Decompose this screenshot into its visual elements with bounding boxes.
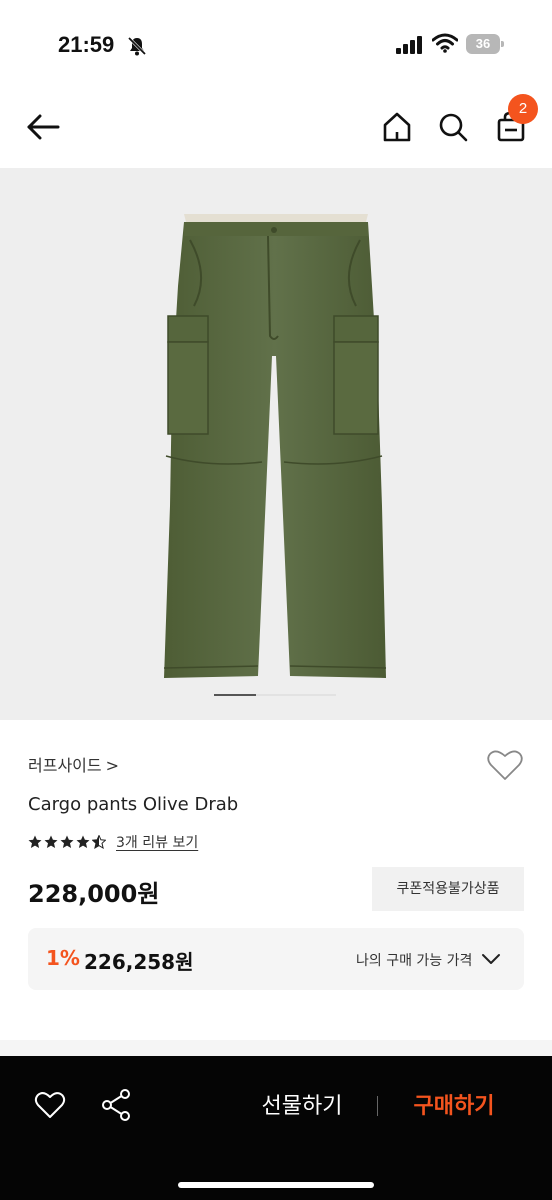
carousel-active-segment	[214, 694, 256, 696]
cellular-signal-icon	[396, 36, 424, 58]
gift-button[interactable]: 선물하기	[250, 1088, 354, 1124]
discount-price: 226,258원	[84, 950, 194, 974]
home-icon[interactable]	[380, 110, 414, 144]
status-bar: 21:59 36	[0, 0, 552, 90]
coupon-unavailable-badge: 쿠폰적용불가상품	[372, 867, 524, 911]
buy-button[interactable]: 구매하기	[402, 1088, 506, 1124]
wifi-icon	[431, 33, 459, 57]
star-full-icon	[44, 835, 58, 848]
share-icon[interactable]	[100, 1088, 132, 1122]
star-full-icon	[28, 835, 42, 848]
brand-name: 러프사이드	[28, 756, 102, 775]
chevron-down-icon	[482, 954, 500, 964]
buyable-price-label: 나의 구매 가능 가격	[356, 953, 473, 969]
star-full-icon	[60, 835, 74, 848]
rating-row: 3개 리뷰 보기	[28, 832, 198, 852]
review-link[interactable]: 3개 리뷰 보기	[116, 832, 198, 852]
section-divider	[0, 1040, 552, 1056]
battery-indicator: 36	[466, 34, 504, 54]
product-price: 228,000원	[28, 880, 160, 908]
search-icon[interactable]	[436, 110, 470, 144]
product-image	[163, 214, 387, 678]
product-name: Cargo pants Olive Drab	[28, 794, 239, 815]
wishlist-heart-icon[interactable]	[34, 1090, 66, 1120]
silent-bell-icon	[126, 35, 148, 61]
discount-rate: 1%	[46, 946, 80, 970]
brand-link[interactable]: 러프사이드 >	[28, 752, 119, 776]
star-half-icon	[92, 835, 106, 849]
product-image-carousel[interactable]	[0, 168, 552, 720]
cart-count-badge: 2	[508, 94, 538, 124]
star-full-icon	[76, 835, 90, 848]
buyable-price-box[interactable]: 1% 226,258원 나의 구매 가능 가격	[28, 928, 524, 990]
chevron-right-icon: >	[105, 756, 120, 775]
top-navigation: 2	[0, 90, 552, 168]
status-time: 21:59	[58, 32, 115, 57]
battery-level: 36	[466, 34, 500, 54]
wishlist-heart-icon[interactable]	[486, 748, 524, 782]
back-arrow-icon[interactable]	[24, 110, 64, 144]
bottom-action-bar: 선물하기 구매하기	[0, 1056, 552, 1200]
home-indicator[interactable]	[178, 1182, 374, 1188]
button-separator	[377, 1096, 378, 1116]
carousel-indicator	[214, 694, 336, 696]
